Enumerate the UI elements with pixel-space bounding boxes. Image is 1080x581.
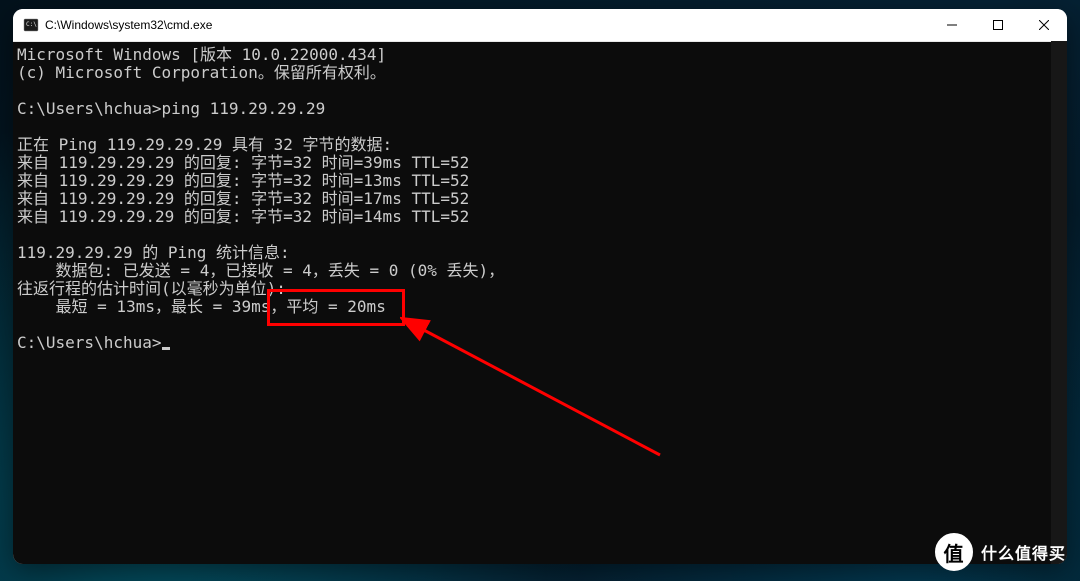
cmd-icon: C:\ bbox=[23, 17, 39, 33]
maximize-button[interactable] bbox=[975, 9, 1021, 41]
watermark-text: 什么值得买 bbox=[981, 540, 1066, 564]
minimize-button[interactable] bbox=[929, 9, 975, 41]
cmd-window: C:\ C:\Windows\system32\cmd.exe Microsof… bbox=[13, 9, 1067, 564]
terminal-output[interactable]: Microsoft Windows [版本 10.0.22000.434] (c… bbox=[13, 42, 1067, 564]
scrollbar[interactable] bbox=[1051, 41, 1067, 564]
close-button[interactable] bbox=[1021, 9, 1067, 41]
window-controls bbox=[929, 9, 1067, 41]
watermark-badge-icon: 值 bbox=[935, 533, 973, 571]
titlebar[interactable]: C:\ C:\Windows\system32\cmd.exe bbox=[13, 9, 1067, 42]
terminal-cursor bbox=[162, 347, 170, 350]
svg-text:C:\: C:\ bbox=[26, 21, 37, 28]
window-title: C:\Windows\system32\cmd.exe bbox=[45, 18, 212, 32]
watermark: 值 什么值得买 bbox=[935, 533, 1066, 571]
